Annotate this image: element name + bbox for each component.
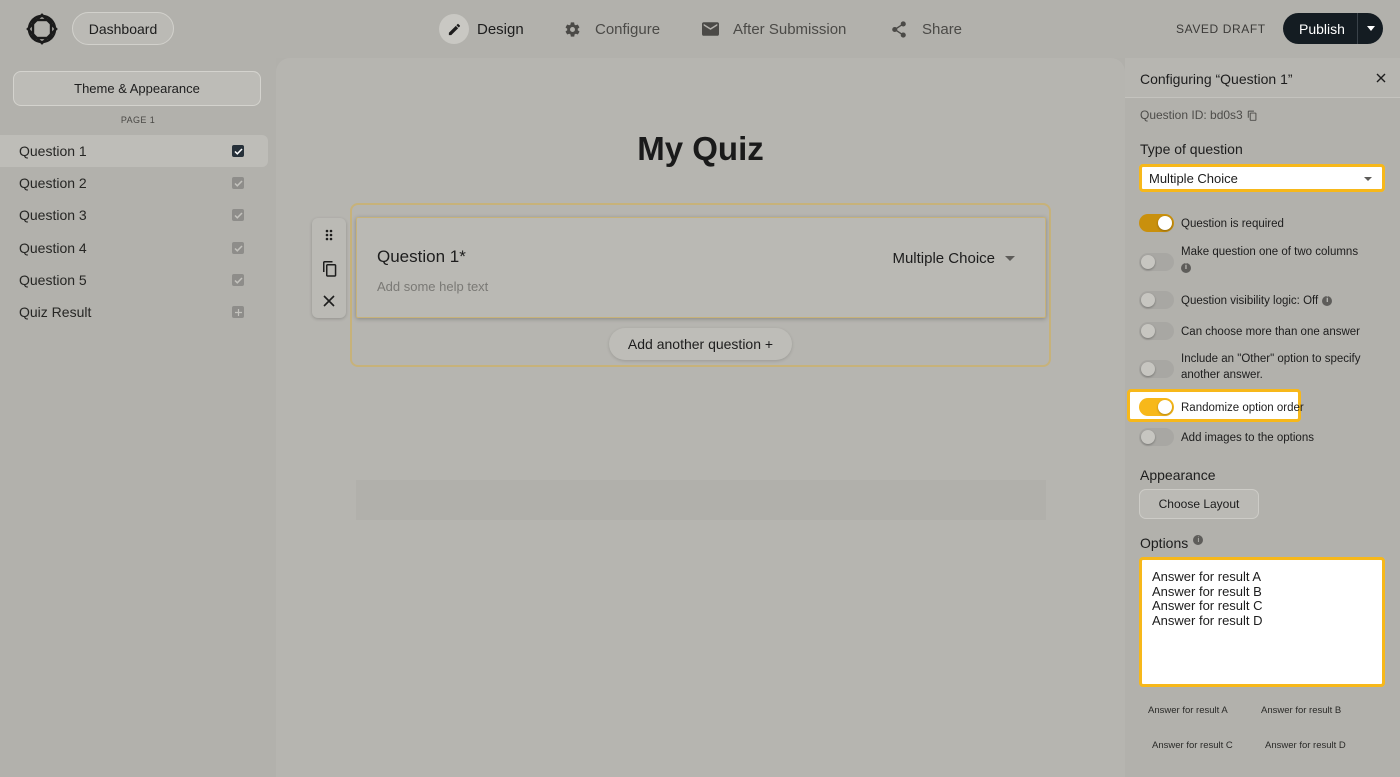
gear-icon <box>557 14 587 44</box>
checkbox-icon <box>232 177 244 189</box>
envelope-icon <box>695 14 725 44</box>
appearance-label: Appearance <box>1140 467 1216 483</box>
publish-button[interactable]: Publish <box>1283 13 1383 44</box>
toggle-label: Add images to the options <box>1181 432 1314 444</box>
option-chip[interactable]: Answer for result A <box>1148 705 1228 716</box>
toggle-label: Include an "Other" option to specify ano… <box>1181 353 1361 381</box>
option-chip[interactable]: Answer for result C <box>1152 740 1233 751</box>
randomize-option-highlight: Randomize option order <box>1127 389 1304 422</box>
sidebar-item-label: Question 2 <box>19 175 87 191</box>
tab-after-submission-label: After Submission <box>733 20 847 38</box>
saved-status: SAVED DRAFT <box>1176 22 1266 36</box>
quiz-title[interactable]: My Quiz <box>276 130 1125 168</box>
info-icon[interactable]: i <box>1322 295 1333 306</box>
sidebar-item-question-5[interactable]: Question 5 <box>0 264 268 296</box>
sidebar-item-question-4[interactable]: Question 4 <box>0 232 268 264</box>
chevron-down-icon[interactable] <box>1358 26 1383 31</box>
sidebar-item-label: Question 3 <box>19 207 87 223</box>
publish-label: Publish <box>1299 20 1345 37</box>
options-label: Options i <box>1140 535 1204 551</box>
panel-header: Configuring “Question 1” <box>1125 58 1400 98</box>
share-icon <box>884 14 914 44</box>
tab-after-submission[interactable]: After Submission <box>695 14 846 44</box>
question-type-dropdown[interactable]: Multiple Choice <box>892 250 995 267</box>
toggle-switch[interactable] <box>1139 360 1174 378</box>
checkbox-icon <box>232 209 244 221</box>
tab-share-label: Share <box>922 20 963 38</box>
sidebar-item-question-1[interactable]: Question 1 <box>0 135 268 167</box>
page-label: PAGE 1 <box>120 115 156 125</box>
toggle-switch[interactable] <box>1139 291 1174 309</box>
info-icon[interactable]: i <box>1181 262 1191 273</box>
question-type-value: Multiple Choice <box>1149 170 1238 186</box>
info-icon[interactable]: i <box>1193 535 1204 545</box>
toggle-switch[interactable] <box>1139 253 1174 271</box>
toggle-label: Question visibility logic: Off i <box>1181 293 1381 309</box>
sidebar-item-label: Question 1 <box>19 143 87 159</box>
question-toolbar <box>312 218 346 318</box>
copy-icon[interactable] <box>1247 110 1257 121</box>
options-textarea[interactable]: Answer for result A Answer for result B … <box>1139 557 1385 687</box>
chevron-down-icon[interactable] <box>1005 256 1015 261</box>
panel-title: Configuring “Question 1” <box>1140 71 1293 87</box>
dashboard-button[interactable]: Dashboard <box>72 12 174 45</box>
top-bar: Dashboard Design Configure After Submiss… <box>0 0 1400 58</box>
checkbox-icon <box>232 242 244 254</box>
sidebar-item-label: Question 4 <box>19 240 87 256</box>
toggle-switch[interactable] <box>1139 428 1174 446</box>
toggle-switch[interactable] <box>1139 398 1174 416</box>
copy-icon[interactable] <box>319 258 339 278</box>
tab-configure-label: Configure <box>595 20 661 38</box>
type-of-question-label: Type of question <box>1140 141 1243 157</box>
tab-design[interactable]: Design <box>439 14 524 44</box>
toggle-label: Randomize option order <box>1181 402 1304 414</box>
option-chip[interactable]: Answer for result D <box>1265 740 1346 751</box>
sidebar-item-label: Question 5 <box>19 272 87 288</box>
toggle-label: Question is required <box>1181 218 1284 230</box>
toggle-label: Can choose more than one answer <box>1181 326 1360 338</box>
close-icon[interactable] <box>319 291 339 311</box>
sidebar-item-question-2[interactable]: Question 2 <box>0 167 268 199</box>
drag-handle-icon[interactable] <box>319 225 339 245</box>
option-chip[interactable]: Answer for result B <box>1261 705 1341 716</box>
tab-configure[interactable]: Configure <box>557 14 660 44</box>
form-canvas: My Quiz Question 1* Add some help text M… <box>276 58 1125 777</box>
toggle-switch[interactable] <box>1139 322 1174 340</box>
help-text-input[interactable]: Add some help text <box>377 279 488 294</box>
theme-appearance-button[interactable]: Theme & Appearance <box>13 71 261 106</box>
checkbox-icon <box>232 145 244 157</box>
toggle-label: Make question one of two columns i <box>1181 246 1359 273</box>
app-logo-icon[interactable] <box>24 11 60 47</box>
close-icon[interactable] <box>1374 71 1388 85</box>
question-id-text: Question ID: bd0s3 <box>1140 108 1243 122</box>
question-sidebar: Theme & Appearance PAGE 1 Question 1 Que… <box>0 58 276 777</box>
chevron-down-icon <box>1364 177 1372 181</box>
tab-design-label: Design <box>477 20 524 38</box>
question-card[interactable]: Question 1* Add some help text Multiple … <box>356 217 1046 318</box>
sidebar-item-label: Quiz Result <box>19 304 92 320</box>
sidebar-item-question-3[interactable]: Question 3 <box>0 199 268 231</box>
calculator-icon <box>232 306 244 318</box>
choose-layout-button[interactable]: Choose Layout <box>1139 489 1259 519</box>
question-title[interactable]: Question 1* <box>377 247 466 267</box>
toggle-switch[interactable] <box>1139 214 1174 232</box>
question-type-select[interactable]: Multiple Choice <box>1139 164 1385 192</box>
question-id: Question ID: bd0s3 <box>1140 108 1257 122</box>
sidebar-item-quiz-result[interactable]: Quiz Result <box>0 296 268 328</box>
add-question-button[interactable]: Add another question + <box>609 328 792 360</box>
pencil-icon <box>439 14 469 44</box>
checkbox-icon <box>232 274 244 286</box>
page-footer-placeholder <box>356 480 1046 520</box>
tab-share[interactable]: Share <box>884 14 962 44</box>
